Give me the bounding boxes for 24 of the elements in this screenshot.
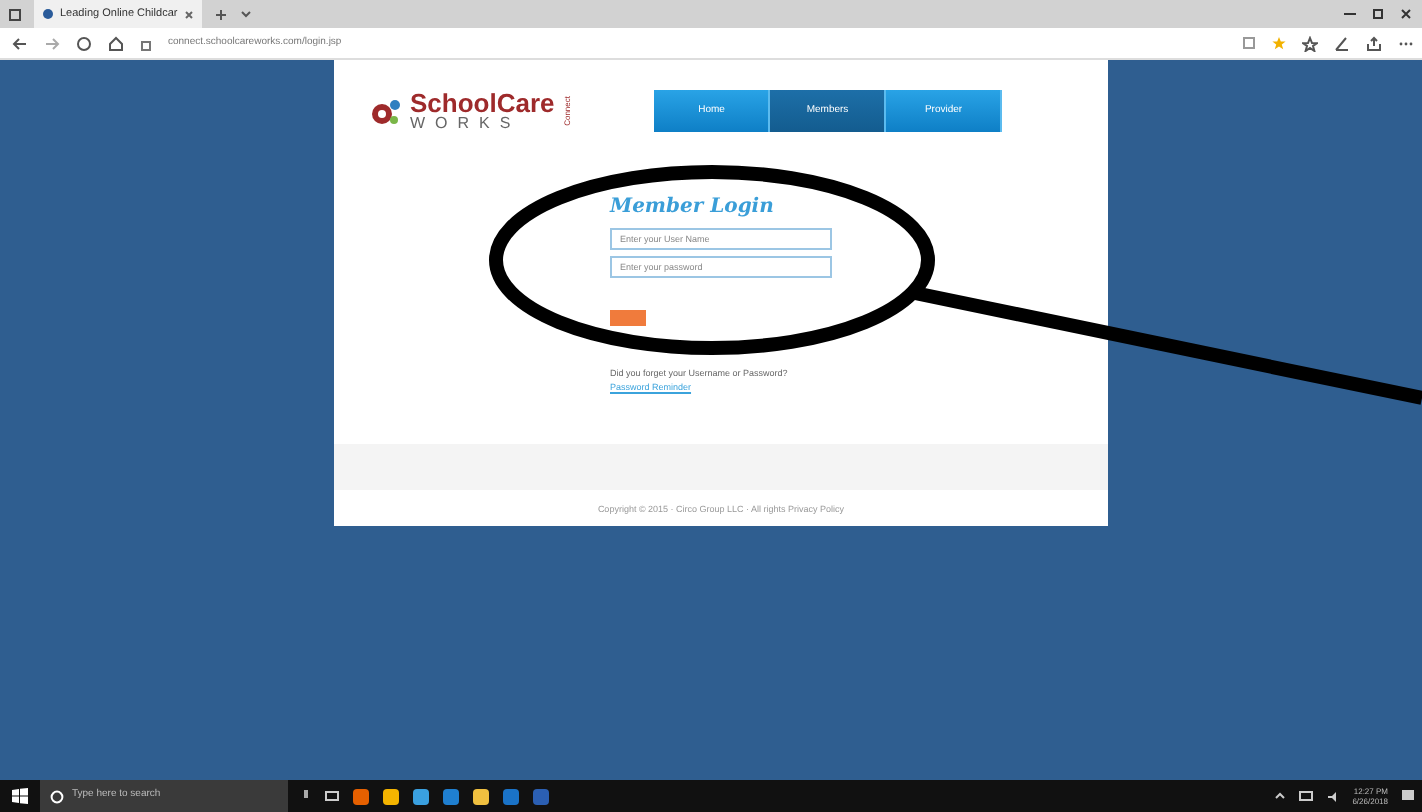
gears-icon — [370, 97, 402, 125]
login-title: Member Login — [610, 194, 776, 222]
cortana-icon — [50, 789, 64, 803]
chevron-down-icon[interactable] — [239, 8, 252, 20]
tabs-icon[interactable] — [8, 7, 22, 21]
logo-name: SchoolCare — [410, 90, 555, 116]
mic-icon[interactable] — [300, 788, 312, 804]
start-icon[interactable] — [12, 788, 28, 804]
plus-icon[interactable] — [213, 7, 228, 21]
favorites-icon[interactable] — [1302, 35, 1318, 51]
forward-icon — [44, 35, 60, 51]
task-view-icon[interactable] — [324, 788, 340, 804]
close-icon[interactable] — [1398, 6, 1414, 22]
refresh-icon[interactable] — [76, 35, 92, 51]
logo-subtitle: WORKS — [410, 116, 523, 132]
pen-icon[interactable] — [1334, 35, 1350, 51]
chevron-up-icon[interactable] — [1274, 790, 1287, 802]
back-icon[interactable] — [12, 35, 28, 51]
home-icon[interactable] — [108, 35, 124, 51]
share-icon[interactable] — [1366, 35, 1382, 51]
star-icon[interactable] — [1272, 36, 1286, 50]
close-icon[interactable] — [183, 9, 194, 19]
speaker-icon[interactable] — [1326, 789, 1341, 803]
restore-icon[interactable] — [1370, 6, 1386, 22]
